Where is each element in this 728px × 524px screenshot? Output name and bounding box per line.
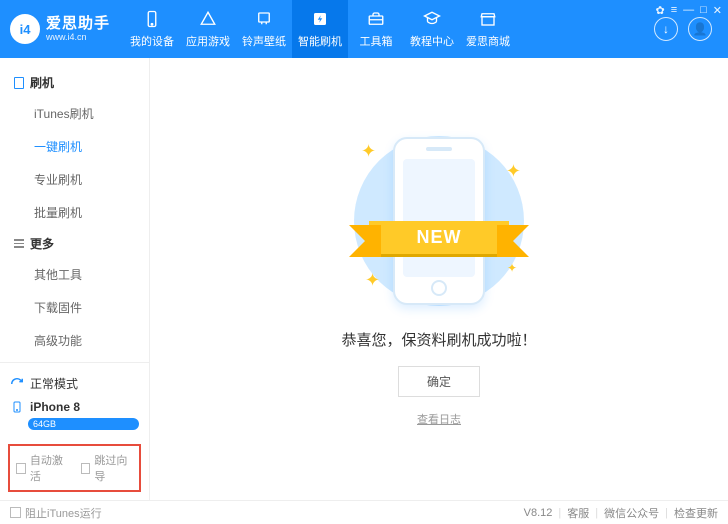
sidebar-group-more: 更多 [0, 229, 149, 258]
sparkle-icon: ✦ [361, 141, 376, 162]
sparkle-icon: ✦ [507, 261, 517, 275]
sidebar-item[interactable]: 下载固件 [0, 291, 149, 324]
sidebar-item[interactable]: 批量刷机 [0, 196, 149, 229]
checkbox-label: 跳过向导 [94, 452, 133, 484]
checkbox-icon [16, 463, 26, 474]
sparkle-icon: ✦ [506, 161, 521, 182]
more-icon [14, 239, 24, 248]
phone-icon [10, 400, 24, 414]
checkbox-label: 阻止iTunes运行 [25, 505, 102, 521]
toolbox-icon [366, 9, 386, 29]
top-bar: ✿ ≡ — □ ✕ i4 爱思助手 www.i4.cn 我的设备应用游戏铃声壁纸… [0, 0, 728, 58]
nav-item-toolbox[interactable]: 工具箱 [348, 0, 404, 58]
success-illustration: ✦ ✦ ✦ ✦ NEW [339, 131, 539, 311]
ok-button[interactable]: 确定 [398, 366, 480, 397]
user-button[interactable]: 👤 [688, 17, 712, 41]
auto-activate-checkbox[interactable]: 自动激活 [16, 452, 69, 484]
nav-label: 应用游戏 [186, 33, 230, 49]
phone-icon [142, 9, 162, 29]
sidebar-item[interactable]: 一键刷机 [0, 130, 149, 163]
sidebar-group-label: 刷机 [30, 74, 54, 91]
nav-label: 工具箱 [360, 33, 393, 49]
main-content: ✦ ✦ ✦ ✦ NEW 恭喜您，保资料刷机成功啦！ 确定 查看日志 [150, 58, 728, 500]
skip-guide-checkbox[interactable]: 跳过向导 [81, 452, 134, 484]
view-log-link[interactable]: 查看日志 [417, 411, 461, 427]
bottom-options-highlight: 自动激活 跳过向导 [8, 444, 141, 492]
sidebar-bottom: 正常模式 iPhone 8 64GB [0, 362, 149, 438]
tutorial-icon [422, 9, 442, 29]
flash-icon [14, 77, 24, 89]
wechat-link[interactable]: 微信公众号 [604, 505, 659, 521]
nav-item-phone[interactable]: 我的设备 [124, 0, 180, 58]
checkbox-icon [10, 507, 21, 518]
sidebar: 刷机 iTunes刷机一键刷机专业刷机批量刷机 更多 其他工具下载固件高级功能 … [0, 58, 150, 500]
device-storage-badge: 64GB [28, 418, 139, 430]
apps-icon [198, 9, 218, 29]
store-icon [478, 9, 498, 29]
block-itunes-checkbox[interactable]: 阻止iTunes运行 [10, 505, 102, 521]
skin-button[interactable]: ✿ [655, 4, 664, 17]
sidebar-item[interactable]: 专业刷机 [0, 163, 149, 196]
menu-button[interactable]: ≡ [671, 4, 677, 17]
sidebar-group-flash: 刷机 [0, 68, 149, 97]
success-message: 恭喜您，保资料刷机成功啦！ [341, 329, 536, 350]
nav-item-ringtone[interactable]: 铃声壁纸 [236, 0, 292, 58]
version-label: V8.12 [524, 507, 553, 519]
brand-subtitle: www.i4.cn [46, 33, 110, 42]
sparkle-icon: ✦ [365, 270, 380, 291]
minimize-button[interactable]: — [683, 4, 694, 17]
top-nav: 我的设备应用游戏铃声壁纸智能刷机 工具箱 教程中心爱思商城 [124, 0, 516, 58]
brand-logo-icon: i4 [10, 14, 40, 44]
device-mode-label: 正常模式 [30, 375, 78, 392]
device-info[interactable]: iPhone 8 [10, 396, 139, 418]
sidebar-group-label: 更多 [30, 235, 54, 252]
new-ribbon: NEW [369, 221, 509, 254]
nav-item-store[interactable]: 爱思商城 [460, 0, 516, 58]
refresh-icon [10, 377, 24, 391]
status-bar: 阻止iTunes运行 V8.12 | 客服 | 微信公众号 | 检查更新 [0, 500, 728, 524]
top-right-actions: ↓ 👤 [654, 17, 720, 41]
sidebar-item[interactable]: 高级功能 [0, 324, 149, 357]
checkbox-icon [81, 463, 91, 474]
flash-icon [310, 9, 330, 29]
check-update-link[interactable]: 检查更新 [674, 505, 718, 521]
nav-label: 我的设备 [130, 33, 174, 49]
brand: i4 爱思助手 www.i4.cn [10, 14, 110, 44]
nav-item-apps[interactable]: 应用游戏 [180, 0, 236, 58]
nav-label: 爱思商城 [466, 33, 510, 49]
download-button[interactable]: ↓ [654, 17, 678, 41]
nav-item-flash[interactable]: 智能刷机 [292, 0, 348, 58]
ringtone-icon [254, 9, 274, 29]
maximize-button[interactable]: □ [700, 4, 707, 17]
nav-label: 教程中心 [410, 33, 454, 49]
close-button[interactable]: ✕ [713, 4, 722, 17]
checkbox-label: 自动激活 [30, 452, 69, 484]
nav-label: 智能刷机 [298, 33, 342, 49]
device-mode[interactable]: 正常模式 [10, 371, 139, 396]
sidebar-item[interactable]: 其他工具 [0, 258, 149, 291]
customer-service-link[interactable]: 客服 [567, 505, 589, 521]
window-controls: ✿ ≡ — □ ✕ [655, 4, 722, 17]
sidebar-item[interactable]: iTunes刷机 [0, 97, 149, 130]
nav-item-tutorial[interactable]: 教程中心 [404, 0, 460, 58]
brand-title: 爱思助手 [46, 16, 110, 31]
nav-label: 铃声壁纸 [242, 33, 286, 49]
device-name: iPhone 8 [30, 400, 80, 414]
